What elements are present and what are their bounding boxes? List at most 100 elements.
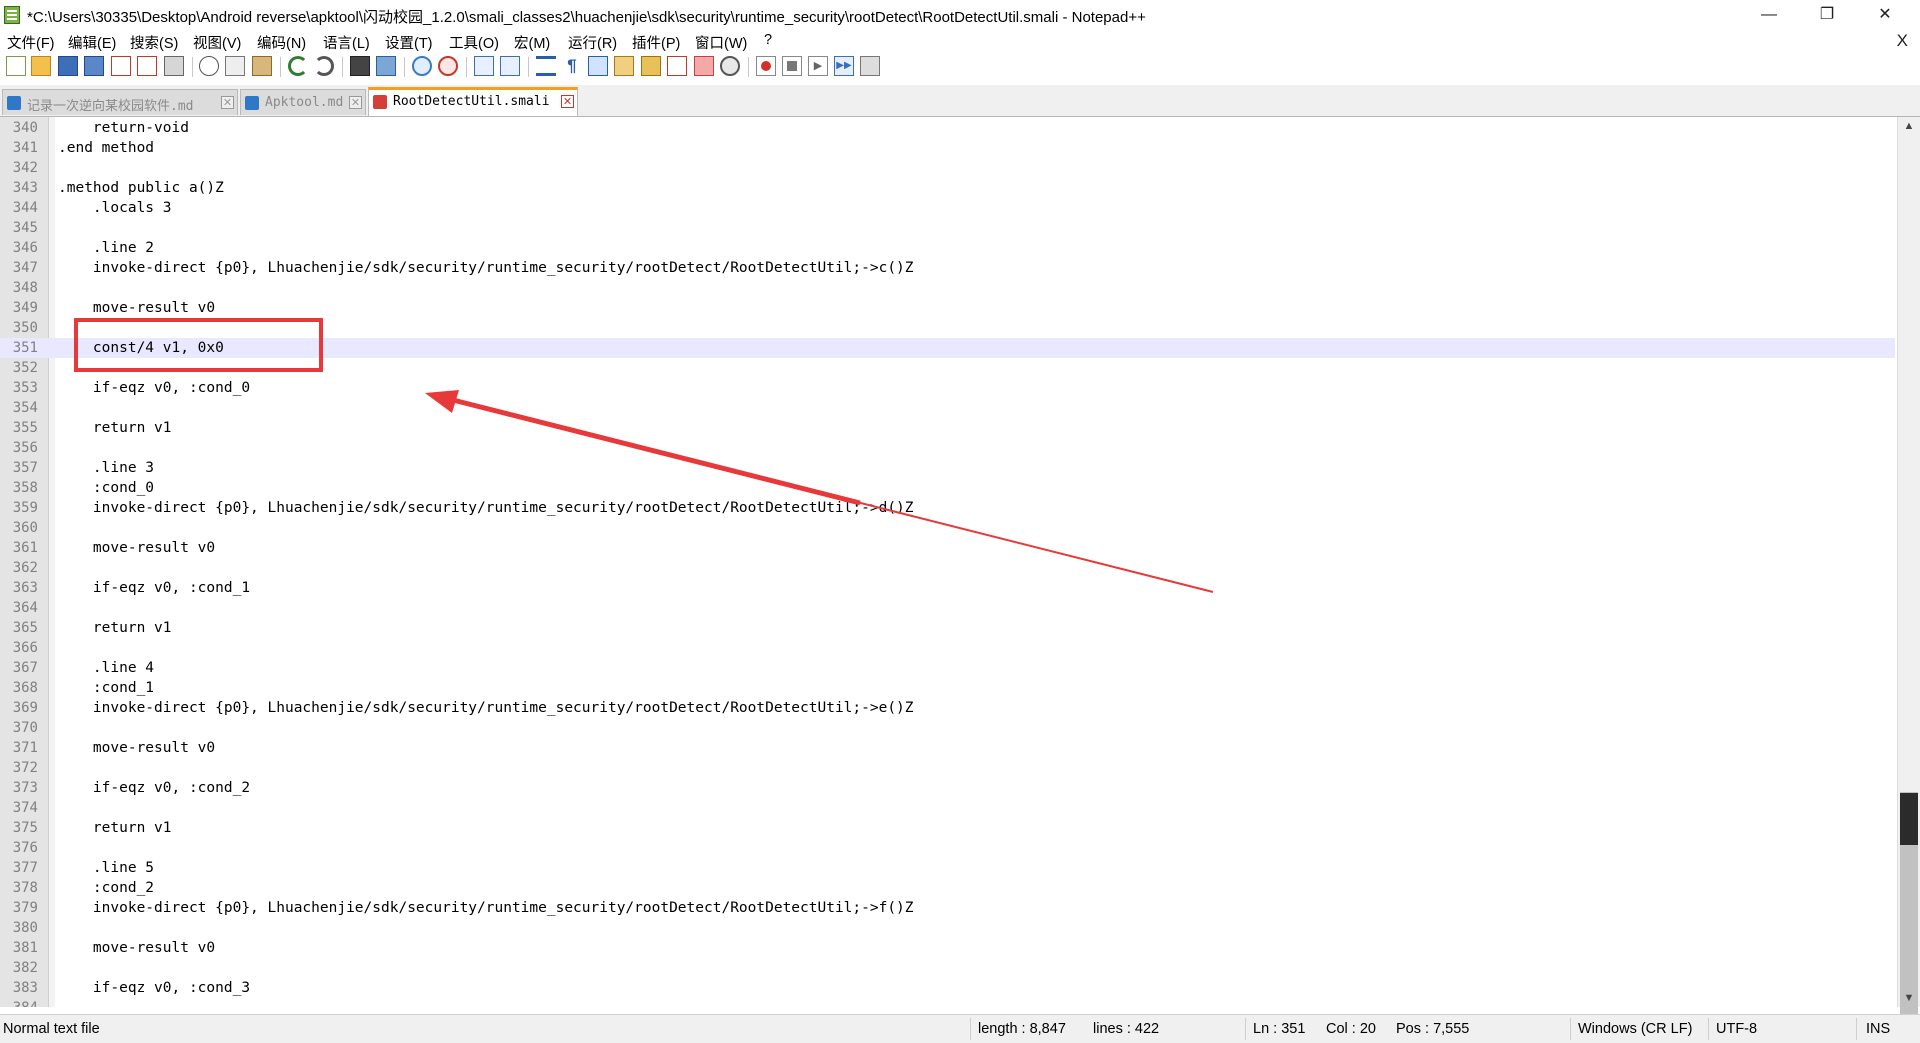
code-line[interactable]: 381 move-result v0: [0, 938, 1895, 958]
code-text[interactable]: return v1: [58, 418, 172, 438]
save-all-icon[interactable]: [84, 56, 104, 76]
menu-edit[interactable]: 编辑(E): [68, 32, 116, 53]
code-text[interactable]: .line 3: [58, 458, 154, 478]
menu-settings[interactable]: 设置(T): [385, 32, 433, 53]
code-line[interactable]: 378 :cond_2: [0, 878, 1895, 898]
code-line[interactable]: 356: [0, 438, 1895, 458]
tab-close-icon[interactable]: ✕: [221, 96, 234, 109]
code-text[interactable]: :cond_0: [58, 478, 154, 498]
tab-notes-md[interactable]: 记录一次逆向某校园软件.md ✕: [2, 89, 238, 115]
copy-icon[interactable]: [225, 56, 245, 76]
code-line[interactable]: 351 const/4 v1, 0x0: [0, 338, 1895, 358]
code-line[interactable]: 372: [0, 758, 1895, 778]
code-text[interactable]: if-eqz v0, :cond_3: [58, 978, 250, 998]
restore-button[interactable]: ❐: [1798, 0, 1856, 30]
code-text[interactable]: .end method: [58, 138, 154, 158]
code-text[interactable]: if-eqz v0, :cond_1: [58, 578, 250, 598]
code-text[interactable]: if-eqz v0, :cond_2: [58, 778, 250, 798]
tab-close-icon[interactable]: ✕: [349, 96, 362, 109]
code-line[interactable]: 347 invoke-direct {p0}, Lhuachenjie/sdk/…: [0, 258, 1895, 278]
code-text[interactable]: .line 4: [58, 658, 154, 678]
code-line[interactable]: 383 if-eqz v0, :cond_3: [0, 978, 1895, 998]
code-line[interactable]: 368 :cond_1: [0, 678, 1895, 698]
code-line[interactable]: 371 move-result v0: [0, 738, 1895, 758]
code-text[interactable]: .line 5: [58, 858, 154, 878]
code-text[interactable]: invoke-direct {p0}, Lhuachenjie/sdk/secu…: [58, 898, 914, 918]
code-line[interactable]: 340 return-void: [0, 118, 1895, 138]
code-line[interactable]: 349 move-result v0: [0, 298, 1895, 318]
code-line[interactable]: 352: [0, 358, 1895, 378]
code-line[interactable]: 355 return v1: [0, 418, 1895, 438]
code-line[interactable]: 375 return v1: [0, 818, 1895, 838]
menu-window[interactable]: 窗口(W): [695, 32, 747, 53]
code-line[interactable]: 358 :cond_0: [0, 478, 1895, 498]
vertical-scrollbar[interactable]: ▲ ▼: [1897, 117, 1920, 1022]
code-line[interactable]: 366: [0, 638, 1895, 658]
status-encoding[interactable]: UTF-8: [1716, 1021, 1757, 1037]
code-text[interactable]: .locals 3: [58, 198, 172, 218]
code-line[interactable]: 350: [0, 318, 1895, 338]
open-file-icon[interactable]: [31, 56, 51, 76]
menu-plugins[interactable]: 插件(P): [632, 32, 680, 53]
code-line[interactable]: 363 if-eqz v0, :cond_1: [0, 578, 1895, 598]
code-line[interactable]: 341 .end method: [0, 138, 1895, 158]
folder-as-workspace-icon[interactable]: [694, 56, 714, 76]
menu-help[interactable]: ?: [764, 32, 772, 48]
menu-tools[interactable]: 工具(O): [449, 32, 499, 53]
code-line[interactable]: 361 move-result v0: [0, 538, 1895, 558]
menu-run[interactable]: 运行(R): [568, 32, 617, 53]
code-text[interactable]: invoke-direct {p0}, Lhuachenjie/sdk/secu…: [58, 258, 914, 278]
code-line[interactable]: 374: [0, 798, 1895, 818]
function-list-icon[interactable]: [667, 56, 687, 76]
save-macro-icon[interactable]: [860, 56, 880, 76]
document-map-icon[interactable]: [641, 56, 661, 76]
paste-icon[interactable]: [252, 56, 272, 76]
close-all-icon[interactable]: [137, 56, 157, 76]
undo-icon[interactable]: [288, 56, 308, 76]
code-line[interactable]: 377 .line 5: [0, 858, 1895, 878]
menu-macro[interactable]: 宏(M): [514, 32, 550, 53]
code-line[interactable]: 357 .line 3: [0, 458, 1895, 478]
find-icon[interactable]: [350, 56, 370, 76]
code-line[interactable]: 362: [0, 558, 1895, 578]
code-line[interactable]: 346 .line 2: [0, 238, 1895, 258]
word-wrap-icon[interactable]: [536, 56, 556, 76]
tab-close-icon[interactable]: ✕: [561, 95, 574, 108]
status-insert-mode[interactable]: INS: [1866, 1021, 1890, 1037]
minimize-button[interactable]: —: [1740, 0, 1798, 30]
code-line[interactable]: 384: [0, 998, 1895, 1007]
code-line[interactable]: 345: [0, 218, 1895, 238]
tab-apktool-md[interactable]: Apktool.md ✕: [240, 89, 366, 115]
menu-encoding[interactable]: 编码(N): [257, 32, 306, 53]
new-file-icon[interactable]: [6, 56, 26, 76]
save-icon[interactable]: [58, 56, 78, 76]
menu-file[interactable]: 文件(F): [7, 32, 55, 53]
code-line[interactable]: 380: [0, 918, 1895, 938]
code-text[interactable]: .method public a()Z: [58, 178, 224, 198]
code-line[interactable]: 359 invoke-direct {p0}, Lhuachenjie/sdk/…: [0, 498, 1895, 518]
close-window-button[interactable]: ✕: [1856, 0, 1914, 30]
code-line[interactable]: 382: [0, 958, 1895, 978]
code-text[interactable]: return v1: [58, 618, 172, 638]
record-macro-icon[interactable]: [756, 56, 776, 76]
sync-vertical-icon[interactable]: [474, 56, 494, 76]
code-line[interactable]: 348: [0, 278, 1895, 298]
code-line[interactable]: 369 invoke-direct {p0}, Lhuachenjie/sdk/…: [0, 698, 1895, 718]
replace-icon[interactable]: [376, 56, 396, 76]
code-text[interactable]: move-result v0: [58, 938, 215, 958]
run-macro-multiple-icon[interactable]: ▶▶: [834, 56, 854, 76]
close-icon[interactable]: [111, 56, 131, 76]
code-text[interactable]: move-result v0: [58, 298, 215, 318]
code-line[interactable]: 376: [0, 838, 1895, 858]
code-text[interactable]: :cond_1: [58, 678, 154, 698]
zoom-out-icon[interactable]: [438, 56, 458, 76]
indent-guide-icon[interactable]: [588, 56, 608, 76]
code-line[interactable]: 364: [0, 598, 1895, 618]
code-text[interactable]: .line 2: [58, 238, 154, 258]
code-line[interactable]: 373 if-eqz v0, :cond_2: [0, 778, 1895, 798]
print-icon[interactable]: [164, 56, 184, 76]
code-text[interactable]: return v1: [58, 818, 172, 838]
code-line[interactable]: 343 .method public a()Z: [0, 178, 1895, 198]
redo-icon[interactable]: [314, 56, 334, 76]
code-line[interactable]: 360: [0, 518, 1895, 538]
